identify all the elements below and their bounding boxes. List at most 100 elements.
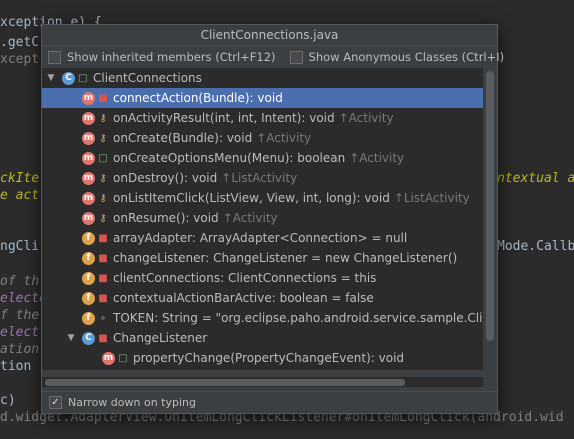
key-icon: ⚷ <box>99 192 107 204</box>
lock-icon: ■ <box>98 332 108 344</box>
code-line: ngCli <box>0 239 40 254</box>
tree-item-label: clientConnections: ClientConnections = t… <box>113 271 377 285</box>
tree-item-label: contextualActionBarActive: boolean = fal… <box>113 291 374 305</box>
tree-item[interactable]: m ⚷ onResume(): void ↑Activity <box>42 208 483 228</box>
horizontal-scrollbar-thumb[interactable] <box>45 379 405 386</box>
tree-item-label: connectAction(Bundle): void <box>113 91 283 105</box>
tree-item-label: onDestroy(): void <box>113 171 218 185</box>
inherited-from-label: ↑ListActivity <box>221 171 298 185</box>
code-line: .getC <box>0 35 40 50</box>
tree-item[interactable]: f ■ clientConnections: ClientConnections =… <box>42 268 483 288</box>
tree-item[interactable]: m ⚷ onListItemClick(ListView, View, int, l… <box>42 188 483 208</box>
method-icon: m <box>82 171 95 185</box>
tree-item[interactable]: C■ <box>42 368 483 370</box>
lock-icon: ■ <box>98 272 108 284</box>
show-inherited-option[interactable]: Show inherited members (Ctrl+F12) <box>48 50 276 64</box>
tree-item[interactable]: ▼ C ■ ChangeListener <box>42 328 483 348</box>
vertical-scrollbar-thumb[interactable] <box>486 71 494 341</box>
tree-item-label: ClientConnections <box>93 71 202 85</box>
key-icon: ⚷ <box>99 172 107 184</box>
tree-item[interactable]: f ■ changeListener: ChangeListener = new C… <box>42 248 483 268</box>
lock-icon: ■ <box>98 232 108 244</box>
code-line: electe <box>0 291 47 306</box>
tree-item[interactable]: f ∘ TOKEN: String = "org.eclipse.paho.andr… <box>42 308 483 328</box>
structure-tree[interactable]: ▼ C □ ClientConnections m ■ connectAction(Bund… <box>42 68 483 370</box>
tree-item-label: arrayAdapter: ArrayAdapter<Connection> =… <box>113 231 408 245</box>
unlocked-icon: □ <box>98 152 108 164</box>
expand-arrow-icon[interactable]: ▼ <box>46 73 56 83</box>
tree-item-label: TOKEN: String = "org.eclipse.paho.androi… <box>113 311 483 325</box>
code-line: f the <box>0 308 40 323</box>
show-anonymous-option[interactable]: Show Anonymous Classes (Ctrl+I) <box>289 50 505 64</box>
tree-item[interactable]: m ⚷ onDestroy(): void ↑ListActivity <box>42 168 483 188</box>
method-icon: m <box>82 91 95 105</box>
code-line: xcept <box>0 52 40 67</box>
inherited-from-label: ↑Activity <box>349 151 405 165</box>
tree-item[interactable]: f ■ contextualActionBarActive: boolean = f… <box>42 288 483 308</box>
package-visibility-icon: ∘ <box>99 312 107 324</box>
unlocked-icon: □ <box>78 72 88 84</box>
method-icon: m <box>82 191 95 205</box>
const-icon: f <box>82 311 95 325</box>
show-anonymous-checkbox[interactable] <box>289 50 303 64</box>
tree-item[interactable]: m □ propertyChange(PropertyChangeEvent): v… <box>42 348 483 368</box>
tree-item[interactable]: m □ onCreateOptionsMenu(Menu): boolean ↑Act… <box>42 148 483 168</box>
file-structure-popup: ClientConnections.java Show inherited me… <box>41 24 504 414</box>
code-line: c) <box>0 393 16 408</box>
narrow-down-checkbox[interactable]: ✓ <box>49 396 62 409</box>
tree-item-label: ChangeListener <box>113 331 208 345</box>
show-inherited-label: Show inherited members (Ctrl+F12) <box>67 50 276 64</box>
tree-item[interactable]: m ⚷ onActivityResult(int, int, Intent): vo… <box>42 108 483 128</box>
tree-item-label: onActivityResult(int, int, Intent): void <box>113 111 335 125</box>
code-line: ntextual a <box>497 171 574 186</box>
narrow-down-label: Narrow down on typing <box>68 396 196 409</box>
class-icon: C <box>82 331 95 345</box>
horizontal-scrollbar[interactable] <box>42 377 483 387</box>
field-icon: f <box>82 231 95 245</box>
inherited-from-label: ↑ListActivity <box>393 191 470 205</box>
tree-item[interactable]: f ■ arrayAdapter: ArrayAdapter<Connection>… <box>42 228 483 248</box>
inherited-from-label: ↑Activity <box>222 211 278 225</box>
vertical-scrollbar[interactable] <box>484 68 497 370</box>
popup-title: ClientConnections.java <box>42 25 497 46</box>
tree-item-label: onListItemClick(ListView, View, int, lon… <box>113 191 390 205</box>
key-icon: ⚷ <box>99 132 107 144</box>
show-inherited-checkbox[interactable] <box>48 50 61 64</box>
expand-arrow-icon[interactable]: ▼ <box>66 333 76 343</box>
method-icon: m <box>102 351 115 365</box>
tree-item-label: changeListener: ChangeListener = new Cha… <box>113 251 458 265</box>
tree-item-label: onCreateOptionsMenu(Menu): boolean <box>113 151 346 165</box>
lock-icon: ■ <box>98 92 108 104</box>
inherited-from-label: ↑Activity <box>338 111 394 125</box>
method-icon: m <box>82 151 95 165</box>
code-line: elect <box>0 325 40 340</box>
lock-icon: ■ <box>98 252 108 264</box>
method-icon: m <box>82 211 95 225</box>
field-icon: f <box>82 291 95 305</box>
code-line: ckIte <box>0 171 40 186</box>
tree-item[interactable]: ▼ C □ ClientConnections <box>42 68 483 88</box>
tree-item-label: onResume(): void <box>113 211 219 225</box>
tree-item[interactable]: m ⚷ onCreate(Bundle): void ↑Activity <box>42 128 483 148</box>
code-line: of th <box>0 274 40 289</box>
key-icon: ⚷ <box>99 212 107 224</box>
inherited-from-label: ↑Activity <box>256 131 312 145</box>
field-icon: f <box>82 251 95 265</box>
show-anonymous-label: Show Anonymous Classes (Ctrl+I) <box>308 50 505 64</box>
lock-icon: ■ <box>98 292 108 304</box>
field-icon: f <box>82 271 95 285</box>
class-icon: C <box>62 71 75 85</box>
options-row: Show inherited members (Ctrl+F12) Show A… <box>42 46 504 69</box>
method-icon: m <box>82 131 95 145</box>
code-line: ation <box>0 342 40 357</box>
tree-item-label: onCreate(Bundle): void <box>113 131 253 145</box>
tree-item[interactable]: m ■ connectAction(Bundle): void <box>42 88 483 108</box>
narrow-down-option[interactable]: ✓ Narrow down on typing <box>42 391 497 413</box>
code-line: Mode.Callb <box>497 239 574 254</box>
code-line: tion <box>0 359 32 374</box>
method-icon: m <box>82 111 95 125</box>
code-line: e act <box>0 188 40 203</box>
key-icon: ⚷ <box>99 112 107 124</box>
tree-item-label: propertyChange(PropertyChangeEvent): voi… <box>133 351 405 365</box>
unlocked-icon: □ <box>118 352 128 364</box>
